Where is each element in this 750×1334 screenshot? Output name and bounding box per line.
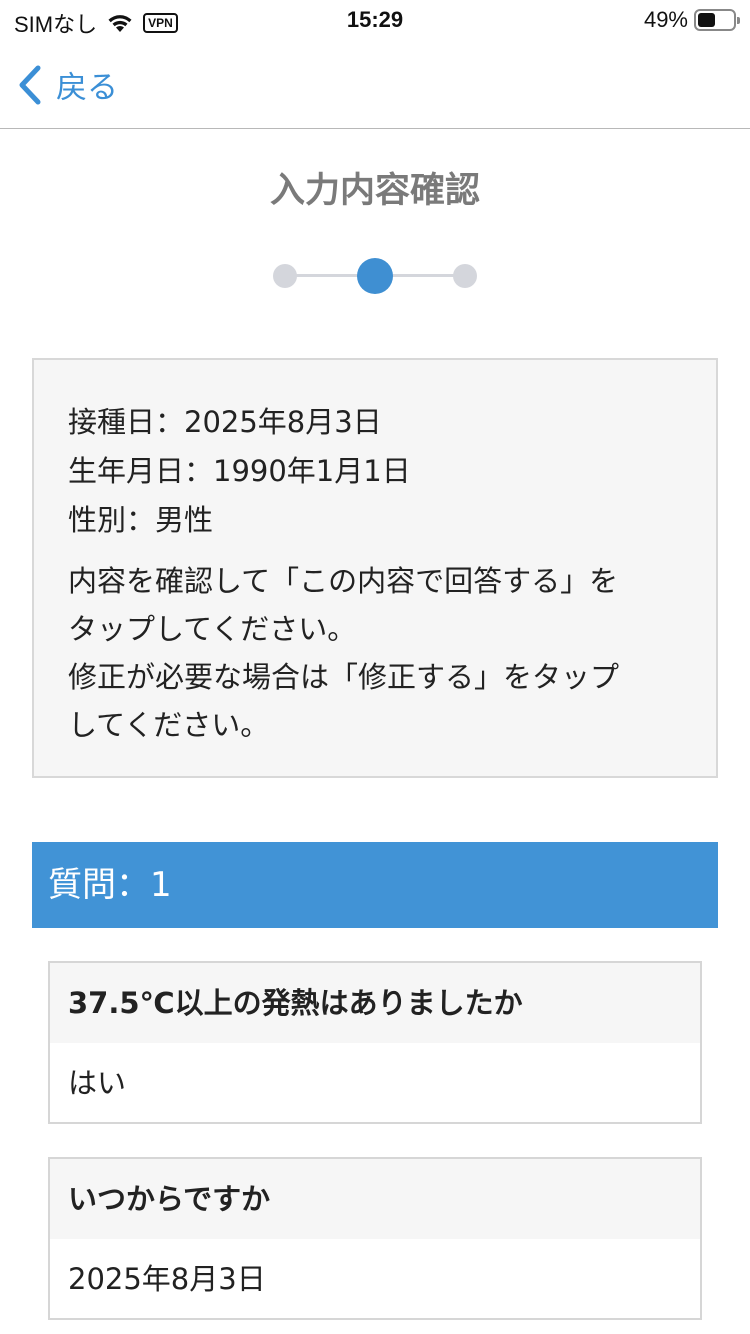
battery-icon xyxy=(694,9,740,31)
instruction-line-4: してください。 xyxy=(68,708,270,742)
nav-bar: 戻る xyxy=(0,40,750,129)
instruction-line-2: タップしてください。 xyxy=(68,612,357,646)
instruction-line-3: 修正が必要な場合は「修正する」をタップ xyxy=(68,660,620,694)
gender: 性別：男性 xyxy=(68,503,214,537)
birth-date: 生年月日：1990年1月1日 xyxy=(68,454,411,488)
instruction-message: 内容を確認して「この内容で回答する」を タップしてください。 修正が必要な場合は… xyxy=(68,557,682,749)
battery-fill xyxy=(698,13,715,27)
step-dot-2-current xyxy=(357,258,393,294)
chevron-left-icon xyxy=(19,65,41,104)
back-label: 戻る xyxy=(56,70,118,106)
page-title: 入力内容確認 xyxy=(269,171,480,211)
question-section-header: 質問：1 xyxy=(32,842,718,928)
answer-text: はい xyxy=(68,1066,127,1100)
question-text: いつからですか xyxy=(50,1159,700,1239)
answer-text: 2025年8月3日 xyxy=(68,1262,266,1296)
qa-card: 37.5℃以上の発熱はありましたか はい xyxy=(48,961,702,1124)
step-dot-3 xyxy=(453,264,477,288)
battery-percent: 49% xyxy=(643,7,688,32)
status-time: 15:29 xyxy=(346,7,404,32)
step-indicator xyxy=(270,256,480,296)
back-button[interactable]: 戻る xyxy=(16,62,118,107)
status-right: 49% xyxy=(643,7,740,33)
step-dot-1 xyxy=(273,264,297,288)
vaccination-date: 接種日：2025年8月3日 xyxy=(68,405,382,439)
instruction-line-1: 内容を確認して「この内容で回答する」を xyxy=(68,564,619,598)
confirmation-info-box: 接種日：2025年8月3日 生年月日：1990年1月1日 性別：男性 内容を確認… xyxy=(32,358,718,778)
qa-card: いつからですか 2025年8月3日 xyxy=(48,1157,702,1320)
status-bar: SIMなし VPN 15:29 49% xyxy=(0,0,750,40)
question-text: 37.5℃以上の発熱はありましたか xyxy=(50,963,700,1043)
